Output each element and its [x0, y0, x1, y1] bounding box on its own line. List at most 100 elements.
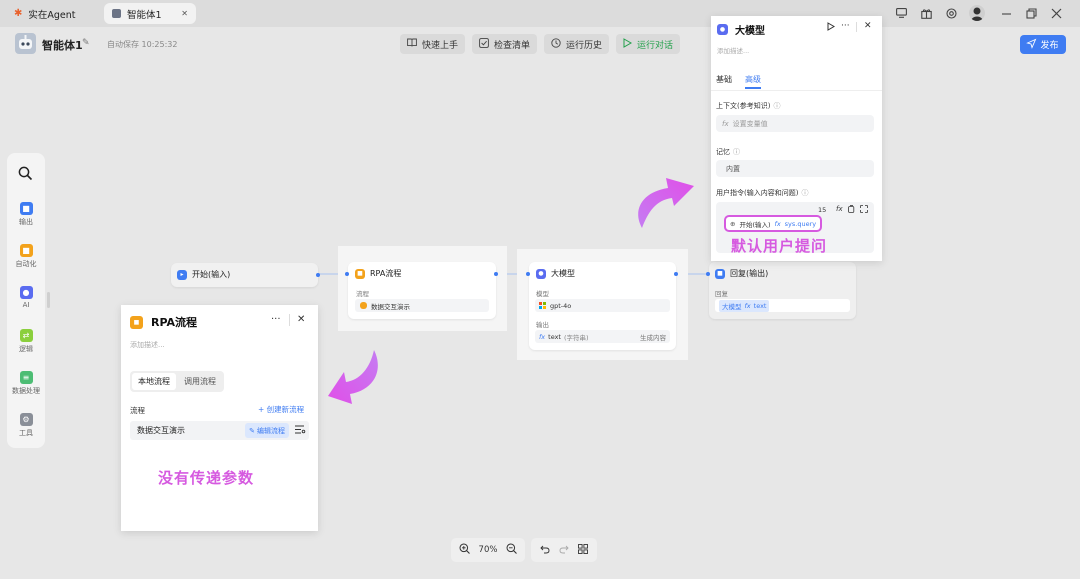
output-desc: 生成内容	[640, 333, 666, 342]
annotation-arrow-left	[328, 350, 378, 404]
node-title: 开始(输入)	[192, 270, 231, 279]
input-port[interactable]	[706, 272, 710, 276]
node-start[interactable]: ▸ 开始(输入)	[171, 263, 320, 287]
edit-icon: ✎	[249, 426, 255, 435]
node-title: RPA流程	[370, 269, 402, 278]
run-node-icon[interactable]	[827, 22, 835, 34]
list-settings-icon[interactable]	[295, 425, 306, 436]
edit-flow-label: 编辑流程	[257, 426, 285, 435]
close-icon[interactable]: ✕	[864, 21, 872, 31]
more-icon[interactable]: ···	[271, 314, 281, 325]
annotation-arrow-right	[638, 178, 694, 228]
tab-basic[interactable]: 基础	[716, 74, 732, 85]
fx-icon[interactable]: fx	[836, 205, 843, 213]
rpa-node-icon: ■	[355, 268, 365, 279]
close-icon[interactable]: ✕	[297, 314, 305, 325]
start-node-icon: ▸	[177, 269, 187, 280]
output-port[interactable]	[494, 272, 498, 276]
panel-title: 大模型	[735, 26, 765, 37]
output-type: (字符串)	[563, 333, 589, 342]
rpa-config-panel: ■ RPA流程 ··· ✕ 添加描述... 本地流程 调用流程 流程 + 创建新…	[121, 305, 318, 531]
flow-value: 数据交互演示	[371, 302, 410, 311]
flow-label: 流程	[130, 406, 145, 415]
input-port[interactable]	[526, 272, 530, 276]
flow-label: 流程	[356, 290, 369, 298]
output-port[interactable]	[316, 273, 320, 277]
chip-var: sys.query	[784, 219, 817, 228]
input-port[interactable]	[345, 272, 349, 276]
more-icon[interactable]: ···	[841, 21, 850, 31]
chip-source: 大模型	[722, 302, 742, 311]
zoom-controls: 70%	[451, 538, 525, 562]
help-icon[interactable]: ⓘ	[773, 101, 780, 111]
description-input[interactable]: 添加描述...	[130, 340, 165, 350]
reply-node-icon: ■	[715, 268, 725, 279]
redo-icon[interactable]	[559, 544, 569, 557]
annotation-no-params: 没有传递参数	[158, 469, 255, 487]
flow-icon	[360, 302, 367, 309]
reply-variable-chip: 大模型 fx text	[719, 299, 770, 312]
fx-icon: fx	[774, 219, 781, 228]
node-rpa[interactable]: ■ RPA流程 流程 数据交互演示	[345, 262, 498, 319]
zoom-level[interactable]: 70%	[479, 545, 498, 555]
tab-call-flow[interactable]: 调用流程	[178, 373, 222, 390]
create-flow-link[interactable]: + 创建新流程	[258, 404, 304, 415]
flow-value: 数据交互演示	[137, 426, 185, 435]
copy-icon[interactable]	[848, 205, 855, 215]
memory-value: 内置	[726, 164, 740, 173]
active-tab-indicator	[745, 87, 761, 89]
flow-select[interactable]: 数据交互演示 ✎ 编辑流程	[130, 421, 309, 440]
instruction-variable-chip: ⊕ 开始(输入) fx sys.query	[724, 215, 823, 232]
edit-flow-button[interactable]: ✎ 编辑流程	[245, 423, 289, 438]
node-llm[interactable]: ● 大模型 模型 gpt-4o 输出 fx text (字符串) 生成内容	[526, 262, 678, 350]
llm-node-icon: ●	[536, 268, 546, 279]
panel-title: RPA流程	[151, 316, 198, 329]
start-chip-icon: ⊕	[730, 219, 736, 228]
char-count: 15	[818, 206, 827, 214]
annotation-default-query: 默认用户提问	[731, 237, 828, 255]
history-controls	[531, 538, 597, 562]
description-input[interactable]: 添加描述...	[717, 45, 749, 55]
llm-config-panel: ● 大模型 ··· ✕ 添加描述... 基础 高级 上下文(参考知识) ⓘ fx…	[711, 16, 882, 261]
model-field: gpt-4o	[535, 299, 670, 312]
grid-layout-icon[interactable]	[578, 543, 589, 557]
context-label: 上下文(参考知识)	[716, 102, 771, 110]
divider	[856, 22, 857, 32]
context-placeholder: 设置变量值	[732, 119, 768, 128]
output-field: fx text (字符串) 生成内容	[535, 330, 670, 343]
undo-icon[interactable]	[540, 544, 550, 557]
memory-label: 记忆	[716, 148, 730, 156]
zoom-in-icon[interactable]	[459, 543, 471, 557]
instruction-label: 用户指令(输入内容和问题)	[716, 189, 799, 197]
expand-icon[interactable]	[860, 205, 868, 215]
tab-advanced[interactable]: 高级	[745, 74, 761, 85]
output-var: text	[548, 332, 561, 341]
fx-icon: fx	[539, 332, 546, 341]
node-reply[interactable]: ■ 回复(输出) 回复 大模型 fx text	[706, 262, 856, 319]
reply-label: 回复	[715, 290, 728, 298]
node-title: 大模型	[551, 269, 575, 278]
llm-panel-icon: ●	[717, 24, 728, 35]
openai-icon	[539, 302, 546, 309]
flow-source-tabs: 本地流程 调用流程	[130, 371, 224, 392]
tab-divider	[711, 90, 882, 91]
node-title: 回复(输出)	[730, 269, 769, 278]
output-port[interactable]	[674, 272, 678, 276]
tab-local-flow[interactable]: 本地流程	[132, 373, 176, 390]
model-label: 模型	[536, 290, 549, 298]
fx-icon: fx	[722, 119, 729, 128]
context-input[interactable]: fx 设置变量值	[716, 115, 874, 132]
flow-field: 数据交互演示	[355, 299, 489, 312]
fx-icon: fx	[744, 301, 751, 310]
chip-var: text	[753, 301, 767, 310]
help-icon[interactable]: ⓘ	[733, 147, 740, 157]
reply-field: 大模型 fx text	[715, 299, 850, 312]
divider	[289, 314, 290, 326]
rpa-panel-icon: ■	[130, 315, 143, 329]
zoom-out-icon[interactable]	[506, 543, 517, 557]
chip-start: 开始(输入)	[739, 220, 771, 229]
memory-select[interactable]: 内置	[716, 160, 874, 177]
output-label: 输出	[536, 321, 549, 329]
help-icon[interactable]: ⓘ	[801, 188, 808, 198]
model-value: gpt-4o	[550, 301, 572, 310]
